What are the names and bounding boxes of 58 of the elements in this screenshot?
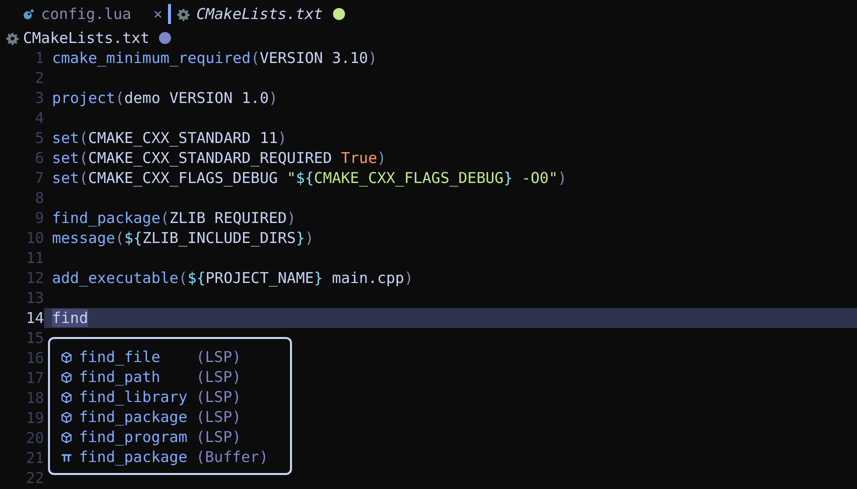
completion-source: (LSP) [196,388,242,406]
completion-source: (LSP) [196,348,242,366]
line-number: 6 [34,148,44,168]
line-number: 4 [34,108,44,128]
cube-icon [60,410,73,424]
completion-item[interactable]: find_file [79,348,196,366]
file-name: CMakeLists.txt [23,29,150,47]
editor-tab[interactable]: CMakeLists.txt [162,3,345,25]
line-number: 5 [34,128,44,148]
lua-icon [22,8,35,20]
completion-item[interactable]: find_package [79,408,196,426]
code-line: set(CMAKE_CXX_FLAGS_DEBUG "${CMAKE_CXX_FLAGS_DEBUG} -O0") [52,169,567,187]
active-tab-indicator [168,4,172,24]
editor-tab[interactable]: config.lua × [22,3,162,25]
line-number: 13 [24,288,44,308]
line-number: 8 [34,188,44,208]
code-line: message(${ZLIB_INCLUDE_DIRS}) [52,229,314,247]
line-number: 16 [24,348,44,368]
modified-dot [332,8,345,20]
line-number: 22 [24,468,44,488]
cube-icon [60,350,73,364]
gear-icon [6,32,19,44]
completion-item[interactable]: find_library [79,388,196,406]
gear-icon [177,8,190,20]
line-number: 21 [24,448,44,468]
code-line: add_executable(${PROJECT_NAME} main.cpp) [52,269,414,287]
code-line: find_package(ZLIB REQUIRED) [52,209,296,227]
cube-icon [60,430,73,444]
completion-source: (LSP) [196,408,242,426]
line-number: 11 [24,248,44,268]
completion-item[interactable]: find_package [79,448,196,466]
completion-item[interactable]: find_path [79,368,196,386]
line-number: 18 [24,388,44,408]
line-number: 12 [24,268,44,288]
tab-label: CMakeLists.txt [196,5,323,23]
code-line: set(CMAKE_CXX_STANDARD 11) [52,129,287,147]
close-button[interactable]: × [153,5,162,23]
line-number: 10 [24,228,44,248]
line-number: 9 [34,208,44,228]
line-number: 2 [34,68,44,88]
line-number: 1 [34,48,44,68]
line-number: 19 [24,408,44,428]
code-line: cmake_minimum_required(VERSION 3.10) [52,49,378,67]
cube-icon [60,370,73,384]
line-number: 7 [34,168,44,188]
code-line: project(demo VERSION 1.0) [52,89,278,107]
code-line: set(CMAKE_CXX_STANDARD_REQUIRED True) [52,149,386,167]
line-number: 15 [24,328,44,348]
completion-source: (LSP) [196,368,242,386]
completion-source: (LSP) [196,428,242,446]
completion-source: (Buffer) [196,448,268,466]
line-number: 20 [24,428,44,448]
tab-label: config.lua [41,5,132,23]
line-number: 3 [34,88,44,108]
completion-item[interactable]: find_program [79,428,196,446]
cube-icon [60,390,73,404]
line-number: 14 [24,308,44,328]
line-number: 17 [24,368,44,388]
